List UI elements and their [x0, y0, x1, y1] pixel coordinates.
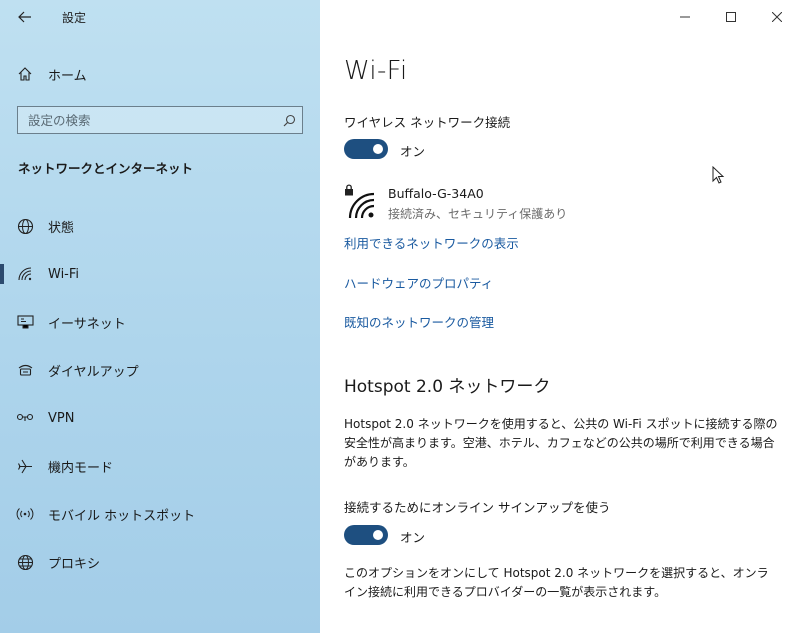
dialup-icon: [16, 361, 34, 379]
sidebar-item-label: プロキシ: [48, 556, 101, 572]
titlebar-left: 設定: [0, 0, 320, 34]
wireless-toggle-state: オン: [400, 144, 426, 159]
search-icon[interactable]: [276, 107, 302, 133]
hotspot-section-title: Hotspot 2.0 ネットワーク: [344, 377, 551, 397]
signup-label: 接続するためにオンライン サインアップを使う: [344, 500, 611, 515]
toggle-knob: [373, 144, 383, 154]
sidebar-item-ethernet[interactable]: イーサネット: [0, 298, 320, 346]
sidebar-item-label: ダイヤルアップ: [48, 364, 139, 380]
maximize-icon: [726, 12, 736, 22]
signup-toggle[interactable]: [344, 525, 388, 545]
hotspot-description: Hotspot 2.0 ネットワークを使用すると、公共の Wi-Fi スポットに…: [344, 417, 778, 469]
sidebar-item-label: VPN: [48, 410, 75, 426]
section-heading: ネットワークとインターネット: [18, 161, 194, 176]
wireless-label: ワイヤレス ネットワーク接続: [344, 115, 511, 130]
airplane-icon: [16, 457, 34, 475]
window-controls: [662, 0, 800, 34]
network-name: Buffalo-G-34A0: [388, 186, 484, 201]
ethernet-icon: [16, 313, 34, 331]
wifi-icon: [16, 265, 34, 283]
sidebar: 設定 ホーム ネットワークとインターネット: [0, 0, 320, 633]
globe-status-icon: [16, 217, 34, 235]
toggle-knob: [373, 530, 383, 540]
sidebar-item-status[interactable]: 状態: [0, 202, 320, 250]
manage-known-networks-link[interactable]: 既知のネットワークの管理: [344, 312, 494, 331]
sidebar-item-label: ホーム: [48, 68, 87, 84]
signup-toggle-state: オン: [400, 530, 426, 545]
close-icon: [772, 12, 782, 22]
sidebar-item-vpn[interactable]: VPN: [0, 394, 320, 442]
connected-network[interactable]: Buffalo-G-34A0 接続済み、セキュリティ保護あり: [344, 184, 764, 228]
maximize-button[interactable]: [708, 0, 754, 34]
signup-option-text: このオプションをオンにして Hotspot 2.0 ネットワークを選択すると、オ…: [344, 566, 769, 599]
home-icon: [16, 65, 34, 83]
sidebar-item-label: イーサネット: [48, 316, 126, 332]
vpn-icon: [16, 409, 34, 427]
network-status: 接続済み、セキュリティ保護あり: [388, 207, 568, 221]
sidebar-item-label: 機内モード: [48, 460, 114, 476]
hardware-properties-link[interactable]: ハードウェアのプロパティ: [344, 273, 493, 292]
globe-icon: [16, 553, 34, 571]
sidebar-item-airplane[interactable]: 機内モード: [0, 442, 320, 490]
minimize-icon: [680, 16, 690, 18]
mouse-cursor-icon: [712, 166, 725, 184]
close-button[interactable]: [754, 0, 800, 34]
show-available-networks-link[interactable]: 利用できるネットワークの表示: [344, 233, 519, 252]
app-title: 設定: [62, 11, 87, 25]
page-title: Wi-Fi: [344, 56, 408, 86]
sidebar-item-wifi[interactable]: Wi-Fi: [0, 250, 320, 298]
minimize-button[interactable]: [662, 0, 708, 34]
sidebar-item-home[interactable]: ホーム: [0, 58, 320, 90]
sidebar-item-label: Wi-Fi: [48, 266, 80, 282]
main-content: Wi-Fi ワイヤレス ネットワーク接続 オン Buffalo-G-34A0 接…: [320, 0, 800, 633]
wireless-toggle[interactable]: [344, 139, 388, 159]
hotspot-icon: [16, 505, 34, 523]
nav-list: 状態 Wi-Fi イーサネット ダイヤルアップ VPN 機内モード モバイル ホ…: [0, 202, 320, 586]
search-input[interactable]: [18, 106, 276, 134]
search-box: [17, 106, 303, 134]
sidebar-item-hotspot[interactable]: モバイル ホットスポット: [0, 490, 320, 538]
sidebar-item-label: モバイル ホットスポット: [48, 508, 196, 524]
sidebar-item-dialup[interactable]: ダイヤルアップ: [0, 346, 320, 394]
sidebar-item-proxy[interactable]: プロキシ: [0, 538, 320, 586]
back-arrow-icon: [18, 11, 31, 23]
back-button[interactable]: [14, 7, 36, 27]
wifi-signal-icon: [348, 192, 375, 219]
sidebar-item-label: 状態: [48, 220, 75, 236]
